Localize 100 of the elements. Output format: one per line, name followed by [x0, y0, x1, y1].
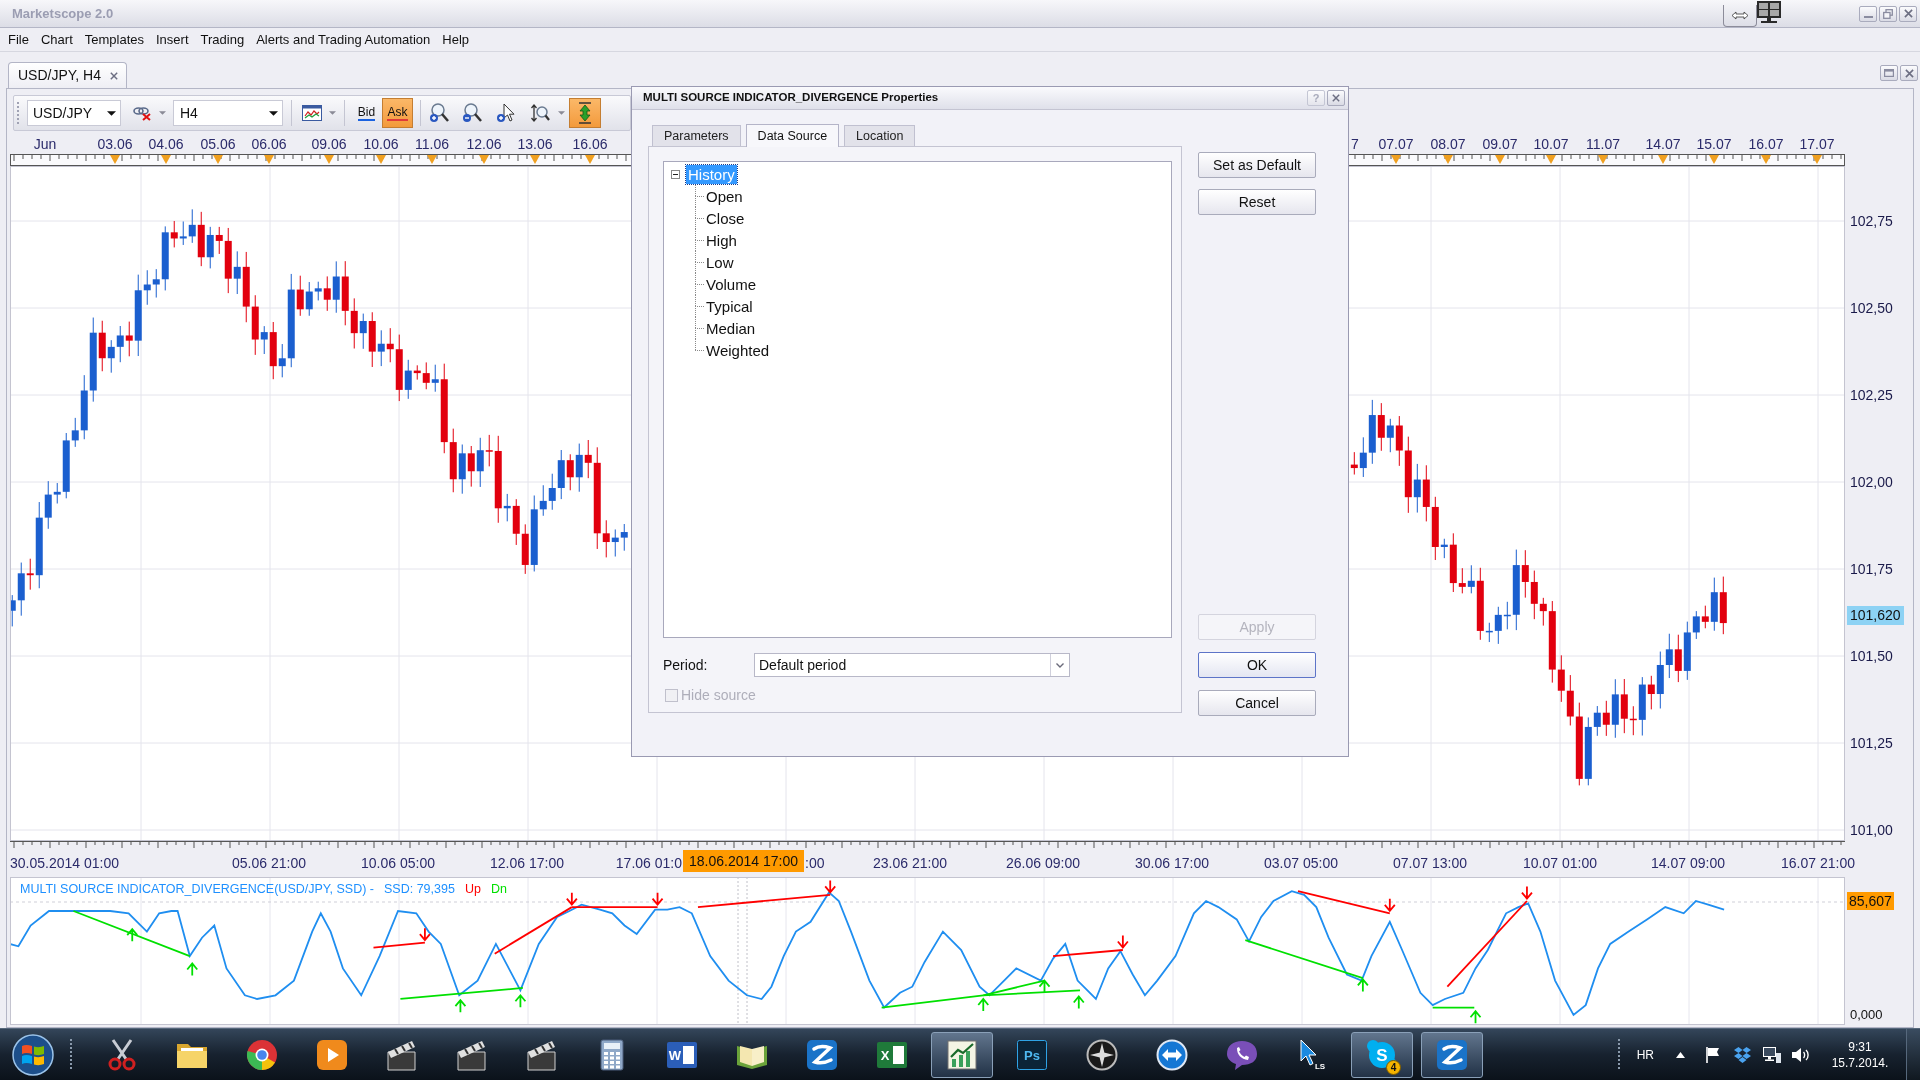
- caret-icon: [269, 110, 278, 116]
- clock-time[interactable]: 9:31: [1848, 1038, 1872, 1055]
- price-label: 101,00: [1850, 821, 1893, 839]
- restore-button[interactable]: [1879, 5, 1897, 22]
- triangle-up-icon[interactable]: [1676, 1051, 1685, 1058]
- zoom-in-icon[interactable]: [429, 103, 449, 123]
- flag-icon[interactable]: [1705, 1046, 1721, 1063]
- date-label: 06.06: [251, 136, 287, 152]
- unlink-icon[interactable]: [133, 105, 151, 121]
- price-label: 102,50: [1850, 299, 1893, 317]
- taskbar-button[interactable]: X: [861, 1031, 923, 1078]
- date-label: 09.06: [311, 136, 347, 152]
- menu-item[interactable]: Insert: [150, 30, 195, 49]
- show-desktop-button[interactable]: [1906, 1029, 1920, 1080]
- date-label: 07.07: [1378, 136, 1414, 152]
- close-icon: [1903, 9, 1913, 18]
- chart-tab[interactable]: USD/JPY, H4: [8, 62, 127, 88]
- cursor-time-label: 18.06.2014 17:00: [683, 850, 804, 872]
- dialog-title: MULTI SOURCE INDICATOR_DIVERGENCE Properties: [643, 90, 939, 106]
- date-label: 10.06: [363, 136, 399, 152]
- time-label: 30.06 17:00: [1135, 855, 1209, 871]
- close-icon: [1904, 68, 1914, 78]
- close-icon: [1332, 94, 1340, 102]
- taskbar-button[interactable]: S 4: [1351, 1031, 1413, 1078]
- scissors-icon: [106, 1038, 138, 1071]
- close-button[interactable]: [1900, 65, 1918, 81]
- date-label: 13.06: [517, 136, 553, 152]
- dialog-tab[interactable]: Data Source: [745, 124, 840, 147]
- time-label: 10.07 01:00: [1523, 855, 1597, 871]
- clapperboard-icon: [386, 1038, 418, 1071]
- orb-logo-icon: [12, 1033, 54, 1076]
- display-switch-button[interactable]: [1723, 5, 1757, 27]
- computer-icon[interactable]: [1763, 1046, 1781, 1063]
- time-label: 23.06 21:00: [873, 855, 947, 871]
- cursor-plus-icon[interactable]: [496, 103, 516, 123]
- vertical-arrows-icon: [577, 102, 593, 124]
- menu-item[interactable]: Help: [436, 30, 476, 49]
- vertical-arrows-toggle[interactable]: [569, 98, 601, 128]
- taskbar-button[interactable]: [931, 1031, 993, 1078]
- restore-icon: [1883, 8, 1893, 19]
- time-label: 10.06 05:00: [361, 855, 435, 871]
- language-indicator[interactable]: HR: [1636, 1045, 1654, 1064]
- speaker-icon[interactable]: [1792, 1046, 1810, 1063]
- taskbar-button[interactable]: [1421, 1031, 1483, 1078]
- date-label: 04.06: [148, 136, 184, 152]
- price-label: 101,50: [1850, 647, 1893, 665]
- compass-icon: [1086, 1038, 1118, 1071]
- menu-item[interactable]: File: [2, 30, 35, 49]
- menu-item[interactable]: Alerts and Trading Automation: [250, 30, 437, 49]
- play-icon: [316, 1038, 348, 1071]
- app-tile-icon: Ps: [1016, 1038, 1048, 1071]
- menu-item[interactable]: Trading: [194, 30, 251, 49]
- time-label: :00: [805, 855, 825, 871]
- window-title: Marketscope 2.0: [12, 4, 114, 23]
- time-label: 05.06 21:00: [232, 855, 306, 871]
- legend-label: Dn: [490, 881, 507, 897]
- dialog-tab[interactable]: Parameters: [652, 125, 741, 146]
- maximize-icon: [1884, 69, 1894, 77]
- zoom-out-icon[interactable]: [462, 103, 482, 123]
- menu-item[interactable]: Chart: [34, 30, 79, 49]
- date-label: 10.07: [1533, 136, 1569, 152]
- minimize-icon: [1863, 15, 1873, 18]
- date-label: Jun: [33, 136, 57, 152]
- start-button[interactable]: [11, 1032, 55, 1077]
- maximize-button[interactable]: [1880, 65, 1898, 81]
- legend-label: Up: [464, 881, 481, 897]
- diamonds-icon[interactable]: [1734, 1046, 1751, 1063]
- close-button[interactable]: [1327, 90, 1345, 106]
- caret-icon: [558, 111, 565, 115]
- taskbar-button[interactable]: LS: [1281, 1031, 1343, 1078]
- line-chart-icon[interactable]: [302, 105, 322, 121]
- caret-icon: [107, 110, 116, 116]
- grip-icon: [69, 1037, 73, 1072]
- date-label: 12.06: [466, 136, 502, 152]
- price-side-toggle[interactable]: Bid: [351, 98, 382, 128]
- price-side-toggle[interactable]: Ask: [382, 98, 413, 128]
- date-label: 7: [1351, 136, 1359, 152]
- clapperboard-icon: [456, 1038, 488, 1071]
- taskbar-button[interactable]: W: [651, 1031, 713, 1078]
- minimize-button[interactable]: [1859, 5, 1877, 22]
- date-label: 09.07: [1482, 136, 1518, 152]
- menu-item[interactable]: Templates: [78, 30, 150, 49]
- price-label: 102,00: [1850, 473, 1893, 491]
- date-label: 08.07: [1430, 136, 1466, 152]
- date-label: 17.07: [1799, 136, 1835, 152]
- taskbar-button[interactable]: Ps: [1001, 1031, 1063, 1078]
- time-label: 17.06 01:0: [615, 855, 682, 871]
- date-label: 03.06: [97, 136, 133, 152]
- timeframe-dropdown[interactable]: H4: [173, 100, 283, 126]
- swoosh-logo-icon: [1436, 1038, 1468, 1071]
- axis-value-label: 0,000: [1850, 1007, 1883, 1023]
- date-label: 11.07: [1586, 136, 1620, 152]
- grip-icon: [16, 101, 20, 125]
- dialog-tab[interactable]: Location: [844, 125, 916, 146]
- circle-logo-icon: [246, 1038, 278, 1071]
- close-button[interactable]: [1899, 5, 1917, 22]
- clock-date[interactable]: 15.7.2014.: [1831, 1054, 1889, 1071]
- swoosh-logo-icon: [806, 1038, 838, 1071]
- symbol-dropdown[interactable]: USD/JPY: [27, 100, 121, 126]
- vertical-zoom-icon[interactable]: [530, 103, 550, 123]
